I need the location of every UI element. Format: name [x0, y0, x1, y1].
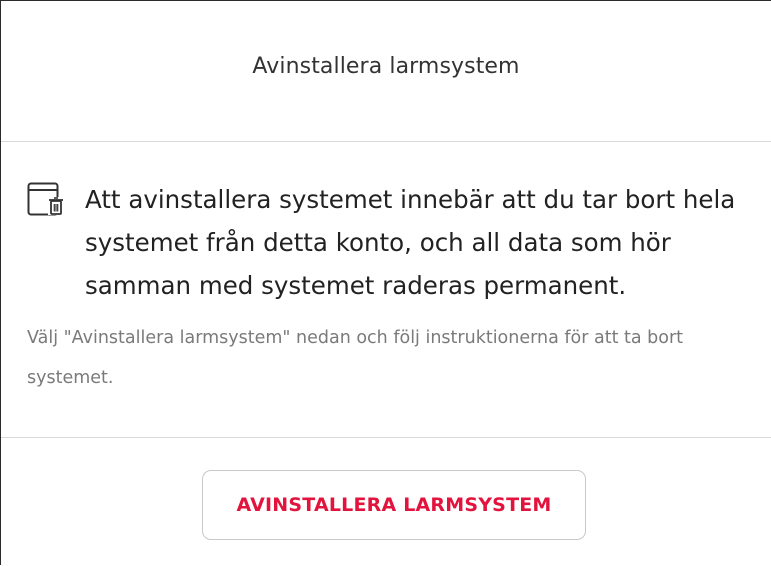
page-title: Avinstallera larmsystem — [252, 53, 520, 79]
warning-text: Att avinstallera systemet innebär att du… — [85, 185, 736, 300]
panel-header: Avinstallera larmsystem — [1, 1, 771, 142]
uninstall-alarm-system-button[interactable]: AVINSTALLERA LARMSYSTEM — [202, 470, 586, 540]
panel-footer: AVINSTALLERA LARMSYSTEM — [1, 438, 771, 566]
instruction-text: Välj "Avinstallera larmsystem" nedan och… — [27, 328, 684, 388]
uninstall-panel: Avinstallera larmsystem Att avinstallera… — [0, 0, 771, 565]
window-trash-icon — [27, 182, 73, 216]
panel-body: Att avinstallera systemet innebär att du… — [1, 142, 771, 438]
